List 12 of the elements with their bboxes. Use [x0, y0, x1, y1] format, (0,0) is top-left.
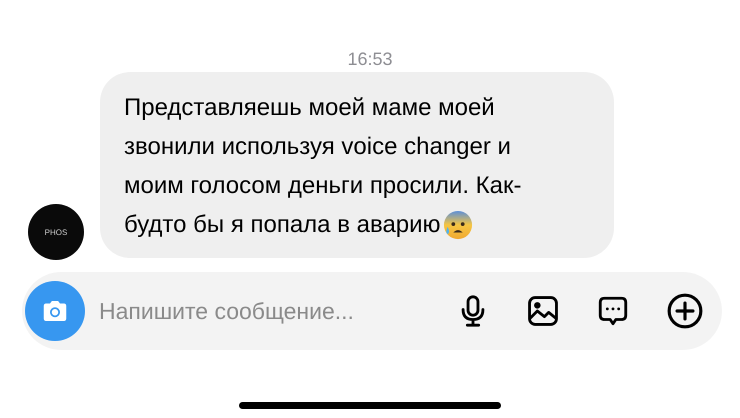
add-icon[interactable] — [666, 292, 704, 330]
message-line: звонили используя voice changer и — [124, 132, 511, 162]
message-timestamp: 16:53 — [347, 48, 393, 70]
chat-bubble-icon[interactable] — [596, 294, 630, 328]
anxious-face-icon — [442, 210, 473, 240]
message-line: Представляешь моей маме моей — [124, 92, 495, 122]
message-line: моим голосом деньги просили. Как- — [124, 170, 522, 200]
camera-button[interactable] — [25, 281, 85, 341]
message-line: будто бы я попала в аварию — [124, 210, 441, 240]
image-icon[interactable] — [526, 294, 560, 328]
avatar[interactable]: PHOS — [28, 204, 84, 260]
message-input[interactable]: Напишите сообщение... — [99, 298, 430, 324]
